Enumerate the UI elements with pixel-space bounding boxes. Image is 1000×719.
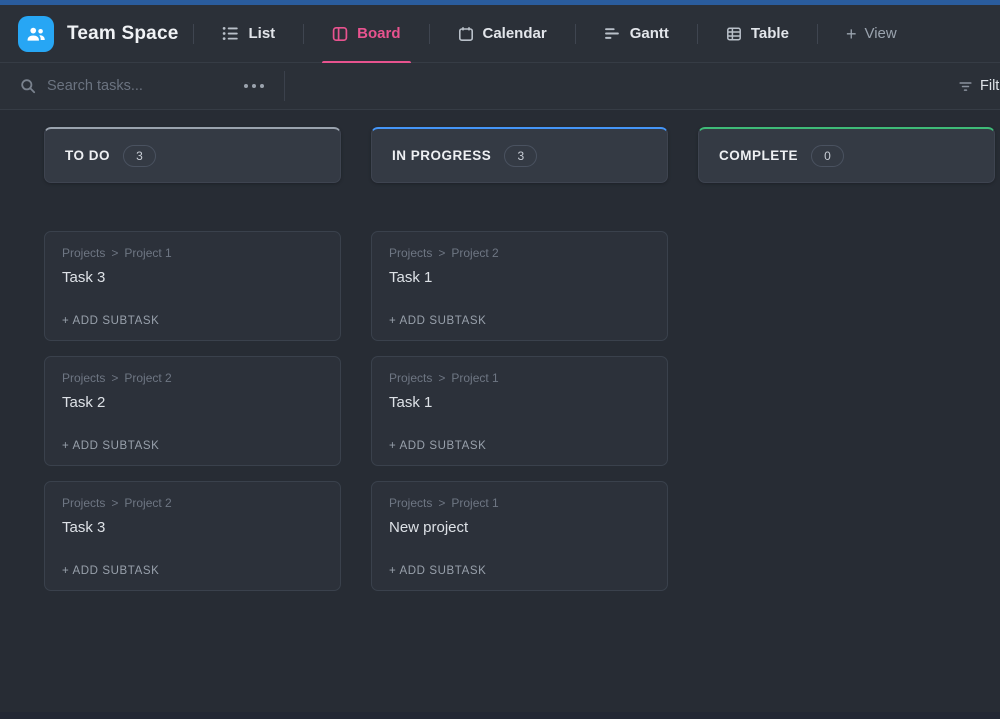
task-title[interactable]: Task 1 (389, 269, 650, 286)
card-list: Projects > Project 1 Task 3 + ADD SUBTAS… (44, 231, 341, 591)
filters-label: Filters (980, 78, 1000, 94)
header-bar: Team Space List Board (0, 5, 1000, 63)
breadcrumb: Projects > Project 1 (389, 371, 650, 385)
add-subtask-button[interactable]: + ADD SUBTASK (62, 565, 323, 577)
task-title[interactable]: Task 3 (62, 519, 323, 536)
ellipsis-icon (244, 84, 248, 88)
add-view-button[interactable]: + View (837, 5, 906, 62)
tab-list-label: List (248, 25, 275, 42)
task-card[interactable]: Projects > Project 1 Task 3 + ADD SUBTAS… (44, 231, 341, 341)
task-card[interactable]: Projects > Project 2 Task 1 + ADD SUBTAS… (371, 231, 668, 341)
breadcrumb-root[interactable]: Projects (389, 496, 432, 510)
task-card[interactable]: Projects > Project 1 Task 1 + ADD SUBTAS… (371, 356, 668, 466)
chevron-right-icon: > (438, 371, 445, 385)
breadcrumb-leaf[interactable]: Project 1 (451, 371, 498, 385)
add-view-label: View (864, 25, 896, 42)
breadcrumb-root[interactable]: Projects (62, 496, 105, 510)
task-title[interactable]: Task 2 (62, 394, 323, 411)
search-input[interactable] (47, 78, 217, 94)
chevron-right-icon: > (111, 246, 118, 260)
divider (575, 24, 576, 44)
tab-calendar[interactable]: Calendar (449, 5, 556, 62)
divider (697, 24, 698, 44)
chevron-right-icon: > (111, 371, 118, 385)
divider (429, 24, 430, 44)
breadcrumb: Projects > Project 2 (389, 246, 650, 260)
task-title[interactable]: Task 1 (389, 394, 650, 411)
add-subtask-button[interactable]: + ADD SUBTASK (389, 440, 650, 452)
divider (193, 24, 194, 44)
tab-table-label: Table (751, 25, 789, 42)
tab-table[interactable]: Table (717, 5, 798, 62)
breadcrumb-leaf[interactable]: Project 2 (124, 371, 171, 385)
add-subtask-button[interactable]: + ADD SUBTASK (389, 565, 650, 577)
workspace-avatar[interactable] (18, 16, 54, 52)
table-icon (726, 26, 742, 42)
tab-board[interactable]: Board (323, 5, 409, 62)
breadcrumb-root[interactable]: Projects (62, 371, 105, 385)
divider (817, 24, 818, 44)
column-name: COMPLETE (719, 148, 798, 163)
ellipsis-icon (260, 84, 264, 88)
tab-calendar-label: Calendar (483, 25, 547, 42)
column-complete: COMPLETE 0 (698, 127, 995, 656)
search-box[interactable] (20, 78, 238, 94)
add-subtask-button[interactable]: + ADD SUBTASK (62, 440, 323, 452)
breadcrumb-root[interactable]: Projects (62, 246, 105, 260)
breadcrumb-leaf[interactable]: Project 2 (451, 246, 498, 260)
column-header[interactable]: COMPLETE 0 (698, 127, 995, 183)
filter-icon (958, 79, 973, 94)
breadcrumb-leaf[interactable]: Project 1 (124, 246, 171, 260)
card-list: Projects > Project 2 Task 1 + ADD SUBTAS… (371, 231, 668, 591)
calendar-icon (458, 26, 474, 42)
board-view: TO DO 3 Projects > Project 1 Task 3 + AD… (0, 110, 1000, 656)
breadcrumb-root[interactable]: Projects (389, 371, 432, 385)
add-subtask-button[interactable]: + ADD SUBTASK (62, 315, 323, 327)
add-subtask-button[interactable]: + ADD SUBTASK (389, 315, 650, 327)
board-icon (332, 26, 348, 42)
ellipsis-icon (252, 84, 256, 88)
workspace-title: Team Space (67, 23, 178, 45)
task-card[interactable]: Projects > Project 1 New project + ADD S… (371, 481, 668, 591)
column-name: TO DO (65, 148, 110, 163)
breadcrumb-leaf[interactable]: Project 2 (124, 496, 171, 510)
plus-icon: + (846, 25, 857, 43)
window-bottom-bar (0, 712, 1000, 719)
task-card[interactable]: Projects > Project 2 Task 2 + ADD SUBTAS… (44, 356, 341, 466)
chevron-right-icon: > (438, 246, 445, 260)
filters-button[interactable]: Filters (958, 63, 1000, 109)
tab-list[interactable]: List (213, 5, 284, 62)
task-count-badge: 3 (504, 145, 537, 167)
breadcrumb: Projects > Project 2 (62, 371, 323, 385)
column-name: IN PROGRESS (392, 148, 491, 163)
divider (303, 24, 304, 44)
task-title[interactable]: Task 3 (62, 269, 323, 286)
more-options-button[interactable] (238, 78, 270, 94)
tab-gantt[interactable]: Gantt (595, 5, 678, 62)
people-icon (25, 23, 47, 45)
search-icon (20, 78, 36, 94)
tab-board-label: Board (357, 25, 400, 42)
breadcrumb: Projects > Project 1 (62, 246, 323, 260)
column-header[interactable]: IN PROGRESS 3 (371, 127, 668, 183)
breadcrumb-leaf[interactable]: Project 1 (451, 496, 498, 510)
chevron-right-icon: > (438, 496, 445, 510)
column-header[interactable]: TO DO 3 (44, 127, 341, 183)
task-title[interactable]: New project (389, 519, 650, 536)
tab-gantt-label: Gantt (630, 25, 669, 42)
task-count-badge: 3 (123, 145, 156, 167)
breadcrumb: Projects > Project 1 (389, 496, 650, 510)
column-to-do: TO DO 3 Projects > Project 1 Task 3 + AD… (44, 127, 341, 656)
task-count-badge: 0 (811, 145, 844, 167)
toolbar: Filters (0, 63, 1000, 110)
gantt-icon (604, 25, 621, 42)
column-in-progress: IN PROGRESS 3 Projects > Project 2 Task … (371, 127, 668, 656)
breadcrumb: Projects > Project 2 (62, 496, 323, 510)
divider (284, 71, 285, 101)
breadcrumb-root[interactable]: Projects (389, 246, 432, 260)
chevron-right-icon: > (111, 496, 118, 510)
task-card[interactable]: Projects > Project 2 Task 3 + ADD SUBTAS… (44, 481, 341, 591)
list-icon (222, 25, 239, 42)
